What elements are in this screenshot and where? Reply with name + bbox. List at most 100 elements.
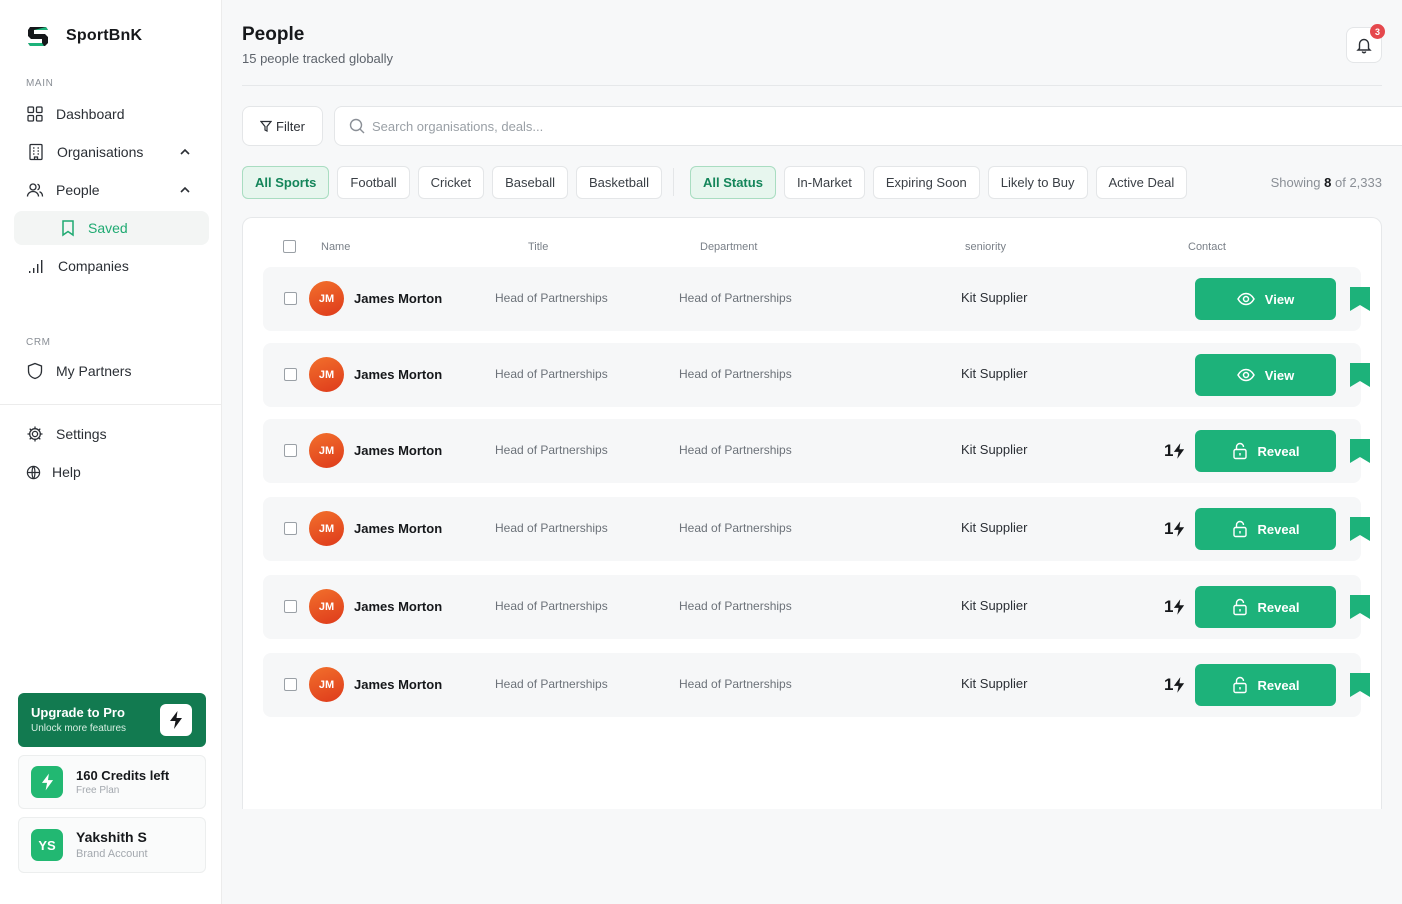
- eye-icon: [1236, 292, 1255, 306]
- building-icon: [29, 143, 43, 161]
- person-department: Head of Partnerships: [679, 443, 792, 457]
- view-button[interactable]: View: [1195, 354, 1336, 396]
- chip-sport[interactable]: Basketball: [575, 166, 662, 199]
- sidebar-item-label: Saved: [88, 220, 128, 236]
- credit-cost: 1: [1164, 675, 1185, 695]
- sidebar-item-people[interactable]: People: [14, 173, 209, 207]
- credit-cost: 1: [1164, 597, 1185, 617]
- column-header-contact[interactable]: Contact: [1188, 241, 1226, 253]
- user-card[interactable]: YS Yakshith S Brand Account: [18, 817, 206, 873]
- table-row[interactable]: JM James Morton Head of Partnerships Head o…: [263, 419, 1370, 483]
- chip-sport[interactable]: Baseball: [492, 166, 568, 199]
- chip-status[interactable]: Likely to Buy: [987, 166, 1088, 199]
- bookmark-icon: [1350, 363, 1370, 387]
- results-count: Showing 8 of 2,333: [1271, 175, 1382, 190]
- column-header-title[interactable]: Title: [528, 241, 548, 253]
- chip-sport[interactable]: Cricket: [417, 166, 485, 199]
- person-seniority: Kit Supplier: [961, 366, 1028, 381]
- sidebar-item-saved[interactable]: Saved: [14, 211, 209, 245]
- bookmark-icon: [1350, 517, 1370, 541]
- table-row[interactable]: JM James Morton Head of Partnerships Head o…: [263, 575, 1370, 639]
- table-row[interactable]: JM James Morton Head of Partnerships Head o…: [263, 343, 1370, 407]
- credit-cost: 1: [1164, 441, 1185, 461]
- row-checkbox[interactable]: [284, 444, 297, 457]
- showing-count: 8: [1324, 175, 1332, 190]
- reveal-button[interactable]: Reveal: [1195, 664, 1336, 706]
- header-divider: [242, 85, 1382, 86]
- person-name[interactable]: James Morton: [354, 367, 442, 382]
- bell-icon: [1356, 38, 1372, 54]
- chip-sport[interactable]: All Sports: [242, 166, 330, 199]
- column-header-name[interactable]: Name: [321, 241, 350, 253]
- bookmark-icon: [62, 220, 74, 237]
- row-checkbox[interactable]: [284, 522, 297, 535]
- users-icon: [26, 183, 44, 197]
- search-input[interactable]: [372, 107, 1272, 145]
- column-header-seniority[interactable]: seniority: [965, 241, 1006, 253]
- sidebar-item-organisations[interactable]: Organisations: [14, 135, 209, 169]
- bookmark-button[interactable]: [1350, 287, 1370, 316]
- lightning-icon: [41, 773, 53, 791]
- eye-icon: [1236, 368, 1255, 382]
- sidebar-item-dashboard[interactable]: Dashboard: [14, 97, 209, 131]
- sidebar-item-companies[interactable]: Companies: [14, 249, 209, 283]
- table-row[interactable]: JM James Morton Head of Partnerships Head o…: [263, 497, 1370, 561]
- bookmark-button[interactable]: [1350, 673, 1370, 702]
- sidebar-divider: [0, 404, 221, 405]
- gear-icon: [27, 426, 43, 442]
- chip-status[interactable]: Expiring Soon: [872, 166, 980, 199]
- credits-card[interactable]: 160 Credits left Free Plan: [18, 755, 206, 809]
- lock-icon: [1232, 676, 1247, 694]
- bookmark-button[interactable]: [1350, 439, 1370, 468]
- brand[interactable]: SportBnK: [26, 24, 142, 48]
- avatar: YS: [31, 829, 63, 861]
- person-title: Head of Partnerships: [495, 521, 608, 535]
- chip-sport[interactable]: Football: [337, 166, 410, 199]
- bookmark-icon: [1350, 595, 1370, 619]
- upgrade-card[interactable]: Upgrade to Pro Unlock more features: [18, 693, 206, 747]
- chevron-up-icon[interactable]: [179, 146, 191, 158]
- table-row[interactable]: JM James Morton Head of Partnerships Head o…: [263, 653, 1370, 717]
- upgrade-bolt-button[interactable]: [160, 704, 192, 736]
- row-checkbox[interactable]: [284, 368, 297, 381]
- bookmark-button[interactable]: [1350, 595, 1370, 624]
- person-name[interactable]: James Morton: [354, 599, 442, 614]
- sidebar-item-help[interactable]: Help: [14, 455, 209, 489]
- reveal-button[interactable]: Reveal: [1195, 430, 1336, 472]
- page-subtitle: 15 people tracked globally: [242, 51, 394, 66]
- bookmark-icon: [1350, 439, 1370, 463]
- bookmark-button[interactable]: [1350, 363, 1370, 392]
- credit-cost-value: 1: [1164, 597, 1174, 616]
- reveal-button[interactable]: Reveal: [1195, 586, 1336, 628]
- sidebar-item-my-partners[interactable]: My Partners: [14, 354, 209, 388]
- person-name[interactable]: James Morton: [354, 443, 442, 458]
- bookmark-button[interactable]: [1350, 517, 1370, 546]
- person-name[interactable]: James Morton: [354, 677, 442, 692]
- chip-status[interactable]: In-Market: [783, 166, 865, 199]
- chip-status[interactable]: All Status: [689, 166, 776, 199]
- shield-icon: [27, 362, 43, 380]
- row-checkbox[interactable]: [284, 678, 297, 691]
- brand-name: SportBnK: [66, 27, 143, 44]
- sidebar-item-settings[interactable]: Settings: [14, 417, 209, 451]
- chip-status[interactable]: Active Deal: [1095, 166, 1188, 199]
- select-all-checkbox[interactable]: [283, 240, 296, 253]
- row-checkbox[interactable]: [284, 600, 297, 613]
- lightning-icon: [1174, 677, 1185, 693]
- filter-button[interactable]: Filter: [242, 106, 323, 146]
- search-bar[interactable]: [334, 106, 1402, 146]
- filter-chips: All Sports Football Cricket Baseball Bas…: [242, 166, 1188, 199]
- bar-signal-icon: [29, 260, 43, 273]
- person-department: Head of Partnerships: [679, 291, 792, 305]
- sidebar-item-label: Companies: [58, 258, 129, 274]
- table-row[interactable]: JM James Morton Head of Partnerships Head o…: [263, 267, 1370, 331]
- person-name[interactable]: James Morton: [354, 521, 442, 536]
- person-department: Head of Partnerships: [679, 599, 792, 613]
- chevron-up-icon[interactable]: [179, 184, 191, 196]
- row-checkbox[interactable]: [284, 292, 297, 305]
- column-header-department[interactable]: Department: [700, 241, 757, 253]
- reveal-button[interactable]: Reveal: [1195, 508, 1336, 550]
- sidebar: SportBnK MAIN Dashboard Organisations Pe…: [0, 0, 222, 904]
- person-name[interactable]: James Morton: [354, 291, 442, 306]
- view-button[interactable]: View: [1195, 278, 1336, 320]
